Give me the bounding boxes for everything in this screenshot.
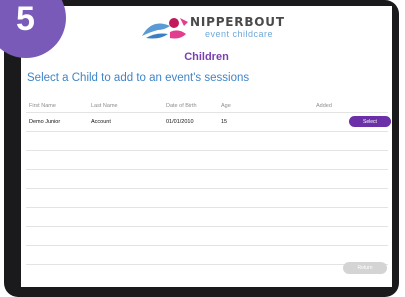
- logo-name: NIPPERBOUT: [190, 15, 285, 29]
- cell-last-name: Account: [91, 119, 111, 125]
- app-screen: NIPPERBOUT event childcare Children Sele…: [21, 6, 392, 287]
- header-first-name: First Name: [29, 103, 56, 109]
- header-last-name: Last Name: [91, 103, 118, 109]
- page-subtitle: Select a Child to add to an event's sess…: [27, 72, 250, 84]
- select-child-button[interactable]: Select: [349, 116, 391, 127]
- header-added: Added: [316, 103, 332, 109]
- empty-row: [26, 169, 388, 188]
- empty-row: [26, 131, 388, 150]
- empty-row: [26, 150, 388, 169]
- logo-tagline: event childcare: [205, 29, 274, 39]
- cell-age: 15: [221, 119, 228, 125]
- cell-date-of-birth: 01/01/2010: [166, 119, 194, 125]
- page-title: Children: [184, 51, 229, 63]
- empty-row: [26, 188, 388, 207]
- empty-row: [26, 264, 388, 283]
- return-button[interactable]: Return: [343, 262, 387, 274]
- empty-row: [26, 226, 388, 245]
- empty-row: [26, 207, 388, 226]
- cell-first-name: Demo Junior: [29, 119, 61, 125]
- table-row: Demo Junior Account 01/01/2010 15 Select: [26, 112, 391, 131]
- step-number: 5: [16, 0, 35, 38]
- app-logo: NIPPERBOUT event childcare: [140, 12, 290, 42]
- table-header: First Name Last Name Date of Birth Age A…: [26, 100, 388, 112]
- logo-mark-icon: [142, 18, 188, 39]
- children-table: First Name Last Name Date of Birth Age A…: [26, 100, 391, 283]
- header-date-of-birth: Date of Birth: [166, 103, 197, 109]
- header-age: Age: [221, 103, 231, 109]
- tablet-frame: NIPPERBOUT event childcare Children Sele…: [4, 0, 399, 297]
- empty-row: [26, 245, 388, 264]
